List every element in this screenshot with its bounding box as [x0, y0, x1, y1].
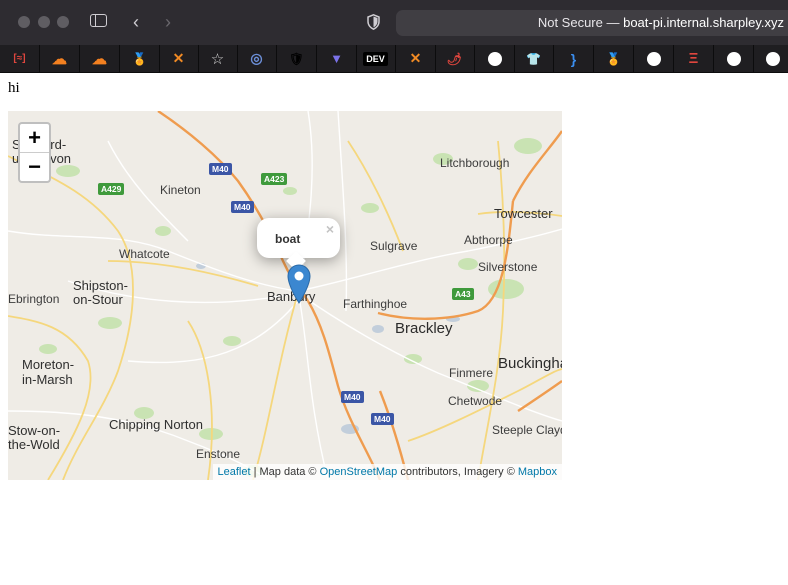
circle-logo-icon[interactable]: ◎: [237, 45, 277, 72]
zoom-in-button[interactable]: +: [20, 124, 49, 153]
crest-icon[interactable]: 🛡: [277, 45, 317, 72]
road-shield: M40: [341, 391, 364, 403]
place-label: Farthinghoe: [343, 297, 408, 311]
x-logo-icon[interactable]: ✕: [159, 45, 199, 72]
popup-close-button[interactable]: ×: [326, 221, 334, 237]
road-shield: A43: [452, 288, 474, 300]
place-label: Abthorpe: [464, 233, 513, 247]
place-label: Ebrington: [8, 292, 60, 306]
privacy-shield-icon[interactable]: [367, 14, 380, 30]
map[interactable]: Stratford- u on-Avon Kineton Litchboroug…: [8, 111, 562, 480]
place-label: Buckinghan: [498, 355, 562, 372]
road-shield: M40: [209, 163, 232, 175]
medal-icon[interactable]: 🏅: [120, 45, 160, 72]
place-label: Silverstone: [478, 260, 538, 274]
medal-icon[interactable]: 🏅: [594, 45, 634, 72]
place-label: Stow-on-: [8, 423, 61, 438]
place-label: Enstone: [196, 447, 241, 461]
browser-toolbar: ‹ › Not Secure — boat-pi.internal.sharpl…: [0, 0, 788, 45]
marker-popup: boat ×: [257, 218, 340, 271]
stack-logo-icon[interactable]: Ξ: [674, 45, 714, 72]
place-label: Steeple Claydor: [492, 423, 562, 437]
place-label: Finmere: [449, 366, 494, 380]
road-shield: M40: [371, 413, 394, 425]
map-marker-icon[interactable]: [287, 264, 311, 304]
place-label: Chetwode: [448, 394, 503, 408]
place-label: on-Stour: [73, 292, 123, 307]
place-label: the-Wold: [8, 437, 60, 452]
favorite-icon[interactable]: [≈]: [0, 45, 40, 72]
place-label: Kineton: [160, 183, 201, 197]
place-label: Whatcote: [119, 247, 170, 261]
openstreetmap-link[interactable]: OpenStreetMap: [320, 466, 398, 478]
github-icon[interactable]: [475, 45, 515, 72]
terraform-icon[interactable]: ▼: [317, 45, 357, 72]
braces-icon[interactable]: }: [554, 45, 594, 72]
attribution-text: | Map data ©: [250, 466, 320, 478]
place-label: Brackley: [395, 320, 453, 337]
pepper-icon[interactable]: 🌶: [435, 45, 475, 72]
page-text: hi: [8, 80, 20, 96]
mapbox-link[interactable]: Mapbox: [518, 466, 557, 478]
star-icon[interactable]: ☆: [198, 45, 238, 72]
dev-icon[interactable]: DEV: [356, 45, 396, 72]
github-icon[interactable]: [753, 45, 788, 72]
leaflet-link[interactable]: Leaflet: [218, 466, 251, 478]
road-shield: M40: [231, 201, 254, 213]
shirt-icon[interactable]: 👕: [514, 45, 554, 72]
place-label: Chipping Norton: [109, 417, 203, 432]
back-icon[interactable]: ‹: [126, 12, 146, 32]
place-label: Moreton-: [22, 357, 75, 372]
cloud-icon[interactable]: ☁: [40, 45, 80, 72]
forward-icon[interactable]: ›: [158, 12, 178, 32]
map-attribution: Leaflet | Map data © OpenStreetMap contr…: [212, 464, 562, 480]
place-label: Sulgrave: [370, 239, 418, 253]
place-label: Shipston-: [73, 278, 128, 293]
place-label: Litchborough: [440, 156, 510, 170]
address-bar[interactable]: Not Secure — boat-pi.internal.sharpley.x…: [396, 10, 788, 36]
attribution-text: contributors, Imagery ©: [397, 466, 518, 478]
popup-text: boat: [275, 232, 301, 246]
github-icon[interactable]: [634, 45, 674, 72]
sidebar-icon[interactable]: [90, 14, 107, 27]
cloud-icon[interactable]: ☁: [80, 45, 120, 72]
close-window-button[interactable]: [18, 16, 30, 28]
github-icon[interactable]: [714, 45, 754, 72]
road-shield: A423: [261, 173, 288, 185]
minimize-window-button[interactable]: [38, 16, 50, 28]
road-shield: A429: [98, 183, 125, 195]
place-label: in-Marsh: [22, 372, 73, 387]
place-label: Towcester: [494, 206, 553, 221]
favorites-bar: [≈] ☁ ☁ 🏅 ✕ ☆ ◎ 🛡 ▼ DEV ✕ 🌶 👕 } 🏅 Ξ: [0, 45, 788, 73]
address-text: Not Secure — boat-pi.internal.sharpley.x…: [537, 15, 784, 30]
zoom-control: + −: [18, 122, 51, 183]
x-logo-icon[interactable]: ✕: [396, 45, 436, 72]
zoom-window-button[interactable]: [57, 16, 69, 28]
zoom-out-button[interactable]: −: [20, 153, 49, 181]
